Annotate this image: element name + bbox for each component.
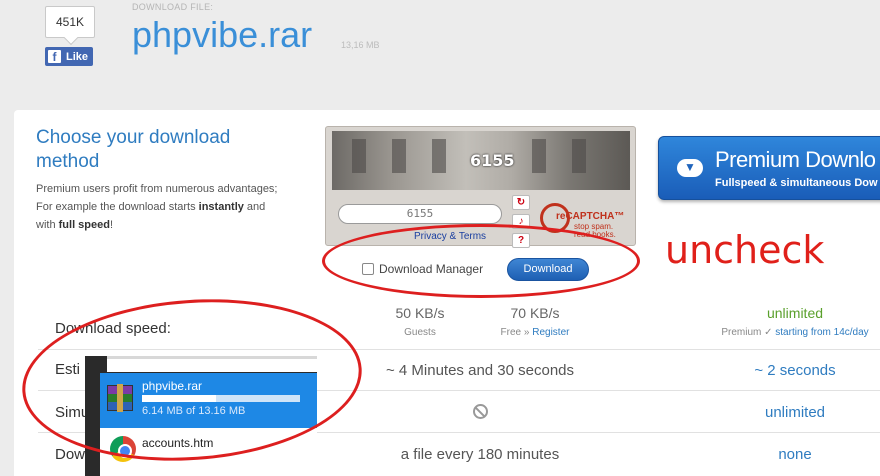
like-count-bubble: 451K [45, 6, 95, 38]
like-label: Like [66, 50, 89, 63]
free-label: Free [500, 327, 522, 338]
captcha-input[interactable]: 6155 [338, 204, 502, 224]
premium-speed: unlimited [766, 305, 824, 321]
captcha-window [352, 139, 366, 173]
file-size: 13,16 MB [341, 40, 380, 50]
separator: » [521, 327, 533, 338]
premium-label: Premium ✓ [721, 327, 776, 338]
method-desc-line2: For example the download starts instantl… [36, 198, 286, 216]
desc-text: For example the download starts [36, 201, 199, 213]
premium-title: Premium Downlo [715, 147, 876, 172]
method-desc-line1: Premium users profit from numerous advan… [36, 183, 278, 195]
captcha-window [392, 139, 406, 173]
file-header: 451K f Like DOWNLOAD FILE: phpvibe.rar 1… [0, 0, 880, 100]
estimated-free: ~ 4 Minutes and 30 seconds [385, 362, 575, 379]
premium-download-button[interactable]: Premium Downlo Fullspeed & simultaneous … [658, 136, 880, 200]
desc-text: with [36, 219, 59, 231]
free-speed: 70 KB/s [510, 305, 560, 321]
file-title: phpvibe.rar [132, 14, 313, 55]
captcha-window [532, 139, 546, 173]
restriction-premium: none [778, 446, 812, 463]
premium-price-link[interactable]: starting from 14c/day [775, 327, 868, 338]
desc-text: and [243, 201, 266, 213]
restriction-free: a file every 180 minutes [400, 446, 560, 463]
estimated-premium: ~ 2 seconds [754, 362, 836, 379]
desc-bold: full speed [58, 219, 110, 231]
desc-bold: instantly [198, 201, 244, 213]
cloud-download-icon [677, 159, 703, 177]
facebook-like-button[interactable]: f Like [45, 47, 93, 66]
captcha-window [432, 139, 446, 173]
premium-label-group: Premium ✓ starting from 14c/day [700, 327, 880, 338]
premium-subtitle: Fullspeed & simultaneous Dow [715, 177, 878, 189]
guests-label: Guests [404, 327, 436, 338]
method-desc-line3: with full speed! [36, 216, 286, 234]
free-label-group: Free » Register [480, 327, 590, 338]
captcha-window [572, 139, 586, 173]
annotation-ellipse [322, 224, 640, 298]
facebook-icon: f [48, 50, 61, 64]
method-description: Premium users profit from numerous advan… [36, 180, 286, 234]
desc-text: ! [109, 219, 114, 231]
download-file-label: DOWNLOAD FILE: [132, 2, 214, 12]
guests-speed: 50 KB/s [395, 305, 445, 321]
captcha-image: 6155 [332, 131, 630, 190]
not-allowed-icon [473, 404, 488, 419]
recaptcha-brand: reCAPTCHA™ [556, 211, 625, 222]
uncheck-annotation: uncheck [665, 228, 825, 272]
captcha-word: 6155 [470, 151, 515, 170]
method-title: Choose your download method [36, 127, 231, 172]
simultaneous-premium: unlimited [764, 404, 826, 421]
register-link[interactable]: Register [532, 327, 569, 338]
refresh-icon[interactable]: ↻ [512, 195, 530, 210]
